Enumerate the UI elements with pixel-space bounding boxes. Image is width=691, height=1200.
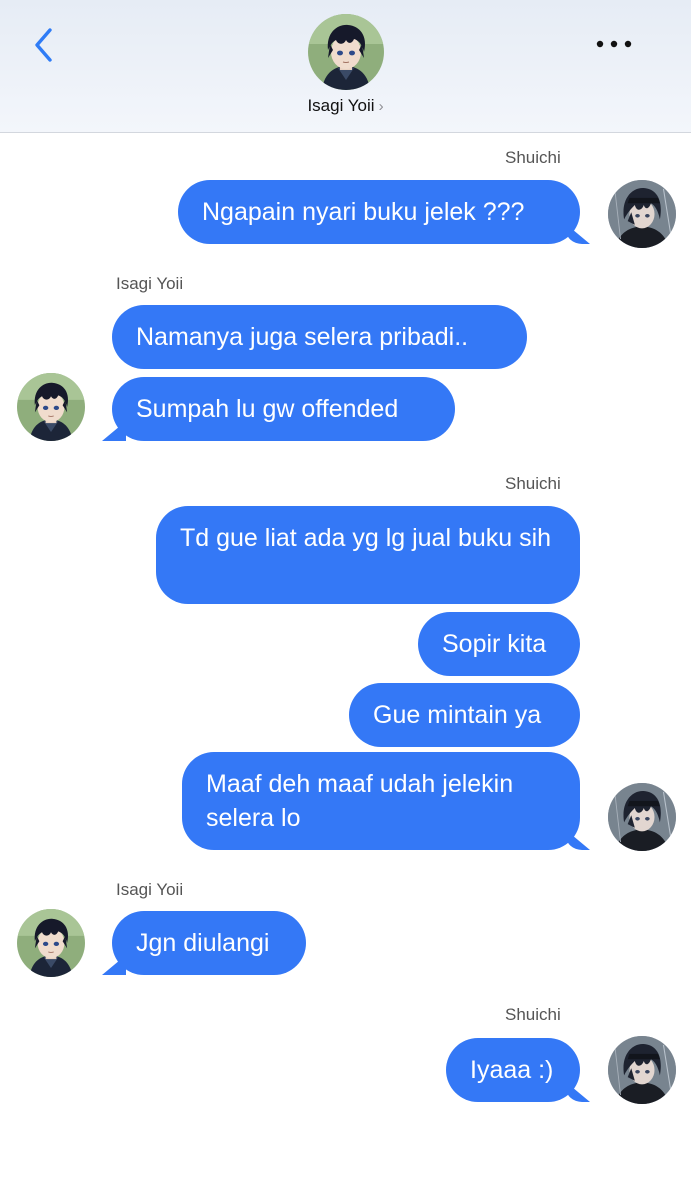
more-options-button[interactable] [592, 34, 636, 54]
shuichi-avatar [608, 783, 676, 851]
sender-name: Isagi Yoii [116, 880, 184, 899]
message-bubble-outgoing[interactable]: Sopir kita [418, 612, 580, 676]
chevron-right-icon: › [378, 98, 384, 115]
contact-name-link[interactable]: Isagi Yoii › [0, 96, 691, 116]
message-bubble-incoming[interactable]: Sumpah lu gw offended [112, 377, 455, 441]
isagi-avatar [17, 909, 85, 977]
ellipsis-icon [596, 40, 632, 48]
sender-name: Shuichi [505, 148, 561, 167]
message-bubble-incoming[interactable]: Jgn diulangi [112, 911, 306, 975]
sender-name: Shuichi [505, 1005, 561, 1024]
contact-name: Isagi Yoii [307, 96, 375, 115]
message-bubble-incoming[interactable]: Namanya juga selera pribadi.. [112, 305, 527, 369]
contact-avatar[interactable] [308, 14, 384, 90]
sender-name: Shuichi [505, 474, 561, 493]
conversation-header: Isagi Yoii › [0, 0, 691, 133]
message-bubble-outgoing[interactable]: Iyaaa :) [446, 1038, 580, 1102]
message-bubble-outgoing[interactable]: Maaf deh maaf udah jelekin selera lo [182, 752, 580, 850]
message-bubble-outgoing[interactable]: Gue mintain ya [349, 683, 580, 747]
message-bubble-outgoing[interactable]: Td gue liat ada yg lg jual buku sih [156, 506, 580, 604]
message-bubble-outgoing[interactable]: Ngapain nyari buku jelek ??? [178, 180, 580, 244]
shuichi-avatar [608, 1036, 676, 1104]
sender-name: Isagi Yoii [116, 274, 184, 293]
chevron-left-icon [35, 28, 52, 62]
isagi-avatar [17, 373, 85, 441]
back-button[interactable] [30, 26, 60, 66]
shuichi-avatar [608, 180, 676, 248]
